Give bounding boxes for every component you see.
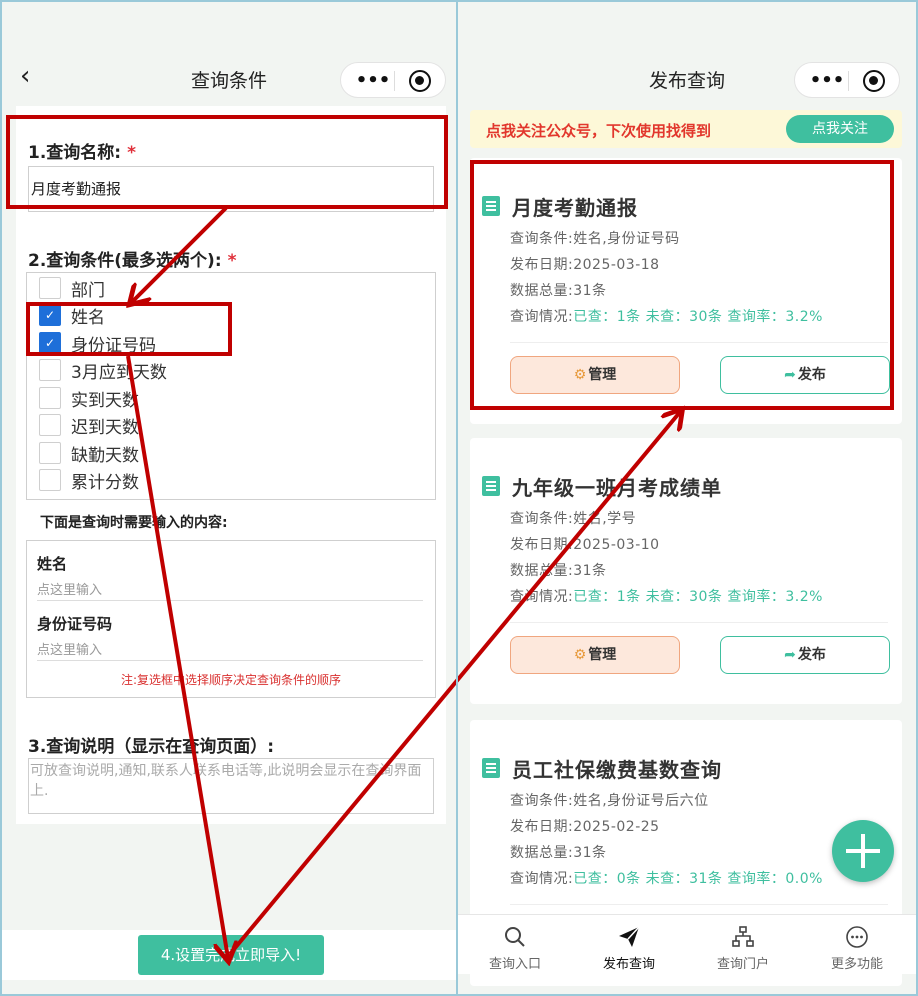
gear-icon: ⚙ xyxy=(573,367,587,383)
card-status: 查询情况:已查：0条 未查：31条 查询率：0.0% xyxy=(510,871,823,887)
query-card: 月度考勤通报 查询条件:姓名,身份证号码 发布日期:2025-03-18 数据总… xyxy=(470,158,902,424)
option-label: 3月应到天数 xyxy=(71,363,167,383)
screen-divider xyxy=(456,0,458,996)
publish-button[interactable]: ➦ 发布 xyxy=(720,636,890,674)
more-dots-icon[interactable]: ••• xyxy=(355,71,391,91)
card-divider xyxy=(510,342,888,343)
condition-label: 2.查询条件(最多选两个): * xyxy=(28,251,237,271)
query-card: 九年级一班月考成绩单 查询条件:姓名,学号 发布日期:2025-03-10 数据… xyxy=(470,438,902,704)
option-label: 缺勤天数 xyxy=(71,446,139,466)
card-conditions: 查询条件:姓名,学号 xyxy=(510,511,637,527)
query-form: 1.查询名称:* 月度考勤通报 2.查询条件(最多选两个):* 部门 姓名 身份… xyxy=(16,106,446,824)
checkbox[interactable] xyxy=(39,387,61,409)
follow-banner: 点我关注公众号，下次使用找得到 点我关注 xyxy=(470,110,902,148)
publish-button[interactable]: ➦ 发布 xyxy=(720,356,890,394)
list-icon xyxy=(482,476,500,496)
follow-message: 点我关注公众号，下次使用找得到 xyxy=(486,122,712,140)
description-textarea[interactable]: 可放查询说明,通知,联系人联系电话等,此说明会显示在查询界面上. xyxy=(28,758,434,814)
option-label: 累计分数 xyxy=(71,473,139,493)
checkbox-checked[interactable] xyxy=(39,304,61,326)
left-screen: ‹ 查询条件 ••• 1.查询名称: * 月度考勤通报 2.查询条件(最多选两个)… xyxy=(2,2,456,994)
add-query-button[interactable] xyxy=(832,820,894,882)
card-status: 查询情况:已查：1条 未查：30条 查询率：3.2% xyxy=(510,309,823,325)
tab-publish-query[interactable]: 发布查询 xyxy=(572,915,686,975)
card-total: 数据总量:31条 xyxy=(510,283,607,299)
card-conditions: 查询条件:姓名,身份证号码 xyxy=(510,231,680,247)
option-label: 实到天数 xyxy=(71,391,139,411)
list-icon xyxy=(482,196,500,216)
id-number-field[interactable]: 点这里输入 xyxy=(37,639,423,661)
tab-query-portal[interactable]: 查询门户 xyxy=(686,915,800,975)
tab-label: 查询入口 xyxy=(488,957,541,972)
checkbox-checked[interactable] xyxy=(39,332,61,354)
follow-button[interactable]: 点我关注 xyxy=(786,115,894,143)
card-total: 数据总量:31条 xyxy=(510,845,607,861)
checkbox[interactable] xyxy=(39,442,61,464)
option-label: 部门 xyxy=(71,281,105,301)
nav-bar: ‹ 查询条件 ••• xyxy=(2,2,456,106)
mini-program-capsule: ••• xyxy=(794,62,900,98)
required-mark: * xyxy=(127,143,136,163)
checkbox[interactable] xyxy=(39,277,61,299)
card-title: 月度考勤通报 xyxy=(512,196,638,220)
share-arrow-icon: ➦ xyxy=(784,647,796,663)
card-title: 九年级一班月考成绩单 xyxy=(512,476,722,500)
close-target-icon[interactable] xyxy=(409,70,431,92)
option-label: 身份证号码 xyxy=(71,336,156,356)
card-conditions: 查询条件:姓名,身份证号后六位 xyxy=(510,793,709,809)
manage-button[interactable]: ⚙ 管理 xyxy=(510,356,680,394)
required-mark: * xyxy=(227,251,237,271)
condition-checkbox-list: 部门 姓名 身份证号码 3月应到天数 实到天数 迟到天数 缺勤天数 累计分数 xyxy=(26,272,436,500)
card-divider xyxy=(510,904,888,905)
card-divider xyxy=(510,622,888,623)
close-target-icon[interactable] xyxy=(863,70,885,92)
manage-button[interactable]: ⚙ 管理 xyxy=(510,636,680,674)
card-date: 发布日期:2025-03-18 xyxy=(510,257,660,273)
list-icon xyxy=(482,758,500,778)
inputs-heading: 下面是查询时需要输入的内容: xyxy=(40,515,228,531)
tab-label: 发布查询 xyxy=(602,957,655,972)
checkbox[interactable] xyxy=(39,469,61,491)
nav-bar: 发布查询 ••• xyxy=(458,2,916,106)
capsule-divider xyxy=(394,71,395,91)
field-label: 身份证号码 xyxy=(37,615,113,633)
card-date: 发布日期:2025-03-10 xyxy=(510,537,660,553)
right-screen: 发布查询 ••• 点我关注公众号，下次使用找得到 点我关注 月度考勤通报 查询条… xyxy=(458,2,916,994)
name-label: 1.查询名称: * xyxy=(28,143,136,163)
tab-query-entry[interactable]: 查询入口 xyxy=(458,915,572,975)
order-note: 注:复选框中选择顺序决定查询条件的顺序 xyxy=(120,673,342,687)
capsule-divider xyxy=(848,71,849,91)
card-status: 查询情况:已查：1条 未查：30条 查询率：3.2% xyxy=(510,589,823,605)
more-icon xyxy=(800,925,914,951)
tab-bar: 查询入口 发布查询 查询门户 更多功能 xyxy=(458,914,916,974)
tab-more-features[interactable]: 更多功能 xyxy=(800,915,914,975)
field-label: 姓名 xyxy=(37,555,68,573)
more-dots-icon[interactable]: ••• xyxy=(809,71,845,91)
name-field[interactable]: 点这里输入 xyxy=(37,579,423,601)
checkbox[interactable] xyxy=(39,359,61,381)
tab-label: 更多功能 xyxy=(830,957,883,972)
mini-program-capsule: ••• xyxy=(340,62,446,98)
query-name-input[interactable]: 月度考勤通报 xyxy=(28,166,434,212)
description-label: 3.查询说明（显示在查询页面）: xyxy=(28,737,275,757)
checkbox[interactable] xyxy=(39,414,61,436)
sitemap-icon xyxy=(686,925,800,951)
card-date: 发布日期:2025-02-25 xyxy=(510,819,660,835)
option-label: 姓名 xyxy=(71,308,105,328)
search-icon xyxy=(458,925,572,951)
query-fields-box: 姓名 点这里输入 身份证号码 点这里输入 注:复选框中选择顺序决定查询条件的顺序 xyxy=(26,540,436,698)
gear-icon: ⚙ xyxy=(573,647,587,663)
tab-label: 查询门户 xyxy=(716,957,769,972)
card-total: 数据总量:31条 xyxy=(510,563,607,579)
share-arrow-icon: ➦ xyxy=(784,367,796,383)
option-label: 迟到天数 xyxy=(71,418,139,438)
send-icon xyxy=(572,925,686,951)
import-button[interactable]: 4.设置完成立即导入! xyxy=(138,935,324,975)
card-title: 员工社保缴费基数查询 xyxy=(512,758,722,782)
